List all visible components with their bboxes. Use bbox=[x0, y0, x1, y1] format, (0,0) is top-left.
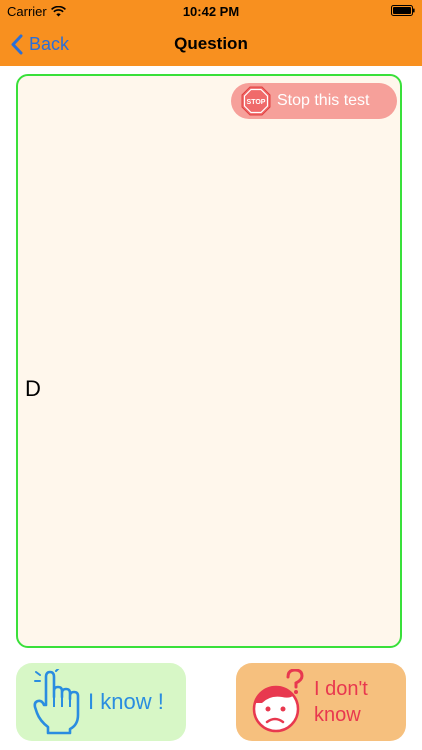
question-text: D bbox=[25, 376, 41, 401]
svg-text:STOP: STOP bbox=[247, 99, 266, 106]
question-card: STOP Stop this test D bbox=[16, 74, 402, 648]
status-time: 10:42 PM bbox=[182, 4, 240, 19]
stop-test-button[interactable]: STOP Stop this test bbox=[231, 83, 397, 119]
battery-icon bbox=[391, 5, 415, 16]
stop-sign-icon: STOP bbox=[241, 86, 271, 116]
stop-test-label: Stop this test bbox=[277, 92, 370, 109]
i-dont-know-label: I don't know bbox=[314, 678, 368, 726]
i-dont-know-button[interactable]: I don't know bbox=[236, 663, 406, 741]
page-title: Question bbox=[174, 34, 248, 53]
confused-face-icon bbox=[252, 669, 304, 733]
top-bar: Carrier 10:42 PM Back Question bbox=[0, 0, 422, 66]
pointing-hand-icon bbox=[33, 669, 80, 735]
status-bar: Carrier 10:42 PM bbox=[0, 0, 422, 22]
i-know-button[interactable]: I know ! bbox=[16, 663, 186, 741]
i-know-label: I know ! bbox=[88, 689, 164, 714]
nav-bar: Back Question bbox=[0, 22, 422, 66]
